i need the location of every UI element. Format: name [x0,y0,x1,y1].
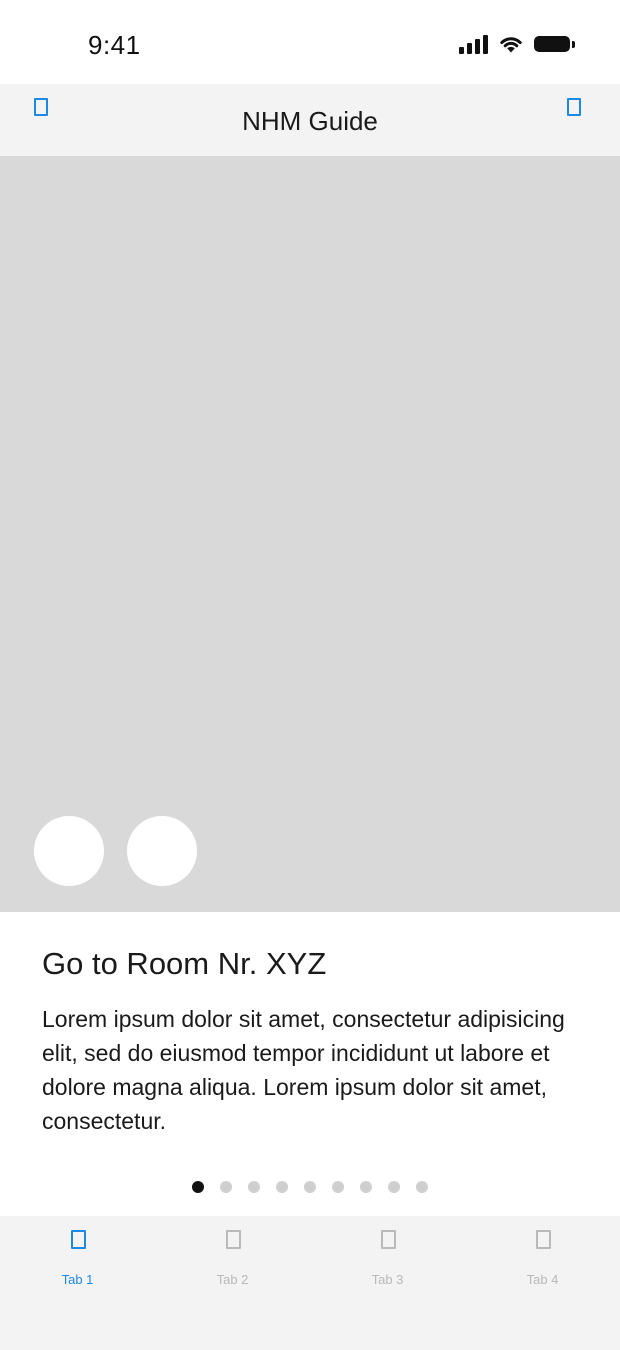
tab-label: Tab 4 [526,1272,559,1287]
page-dot[interactable] [248,1181,260,1193]
signal-icon [459,34,488,54]
tab-label: Tab 1 [61,1272,94,1287]
wifi-icon [500,37,522,53]
tab-2[interactable]: Tab 2 [155,1216,310,1350]
hero-image [0,156,620,912]
placeholder-icon [71,1230,86,1249]
page-dot[interactable] [416,1181,428,1193]
content-body: Lorem ipsum dolor sit amet, consectetur … [42,1006,565,1134]
tab-label: Tab 2 [216,1272,249,1287]
hero-circle-button-1[interactable] [34,816,104,886]
nav-bar: NHM Guide [0,84,620,156]
content-title: Go to Room Nr. XYZ [42,946,327,981]
page-indicator[interactable] [0,1181,620,1193]
tab-bar: Tab 1 Tab 2 Tab 3 Tab 4 [0,1216,620,1350]
status-icons [459,34,575,54]
screen: 9:41 NHM Guide Go to Room Nr. XYZ Lorem … [0,0,620,1350]
page-dot[interactable] [220,1181,232,1193]
page-dot[interactable] [332,1181,344,1193]
nav-right-button[interactable] [567,98,581,116]
status-time: 9:41 [88,30,141,60]
placeholder-icon [536,1230,551,1249]
page-dot[interactable] [276,1181,288,1193]
placeholder-icon [381,1230,396,1249]
page-dot[interactable] [360,1181,372,1193]
tab-4[interactable]: Tab 4 [465,1216,620,1350]
page-dot[interactable] [304,1181,316,1193]
page-title: NHM Guide [242,106,378,136]
placeholder-icon [226,1230,241,1249]
battery-icon [534,36,575,52]
tab-3[interactable]: Tab 3 [310,1216,465,1350]
tab-1[interactable]: Tab 1 [0,1216,155,1350]
hero-circle-button-2[interactable] [127,816,197,886]
status-bar: 9:41 [0,0,620,84]
page-dot[interactable] [388,1181,400,1193]
tab-label: Tab 3 [371,1272,404,1287]
page-dot[interactable] [192,1181,204,1193]
